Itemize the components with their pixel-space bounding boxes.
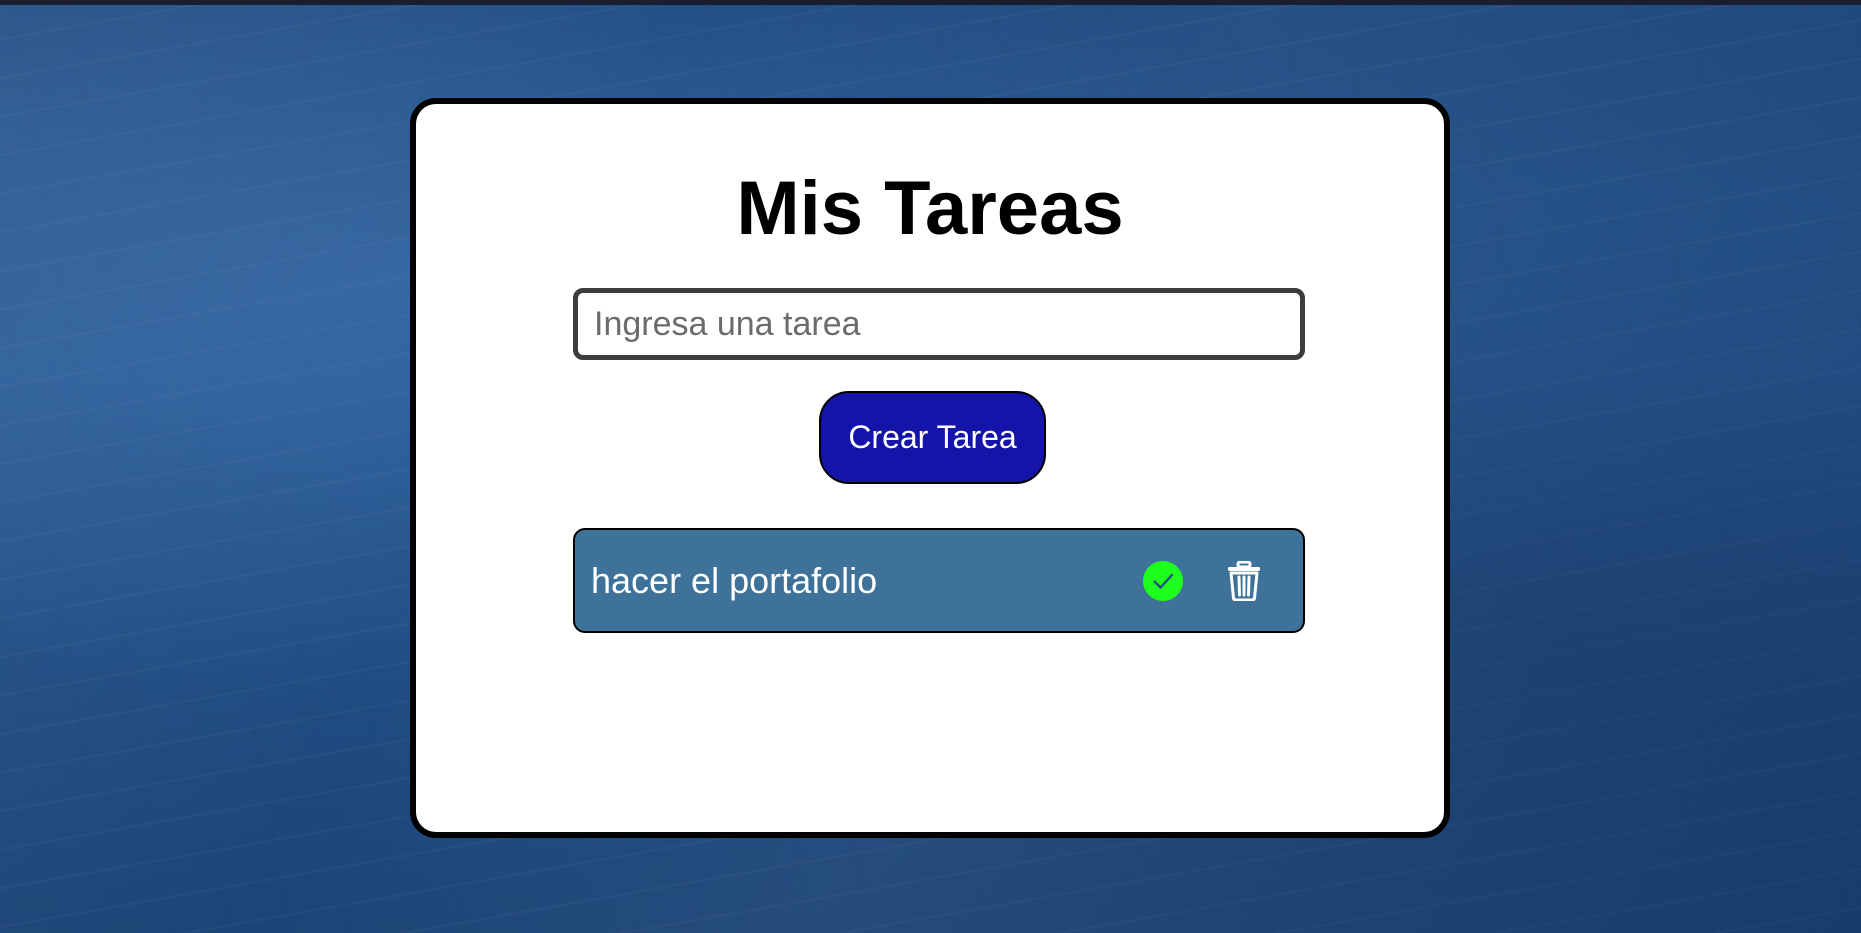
page-title: Mis Tareas [736, 166, 1124, 251]
todo-card: Mis Tareas Crear Tarea hacer el portafol… [410, 98, 1450, 838]
task-input[interactable] [573, 288, 1305, 360]
top-strip [0, 0, 1861, 5]
task-list: hacer el portafolio [573, 528, 1305, 633]
trash-icon[interactable] [1227, 560, 1261, 602]
task-item: hacer el portafolio [573, 528, 1305, 633]
check-circle-icon[interactable] [1143, 561, 1183, 601]
create-task-button[interactable]: Crear Tarea [819, 391, 1046, 484]
task-text: hacer el portafolio [591, 560, 878, 601]
